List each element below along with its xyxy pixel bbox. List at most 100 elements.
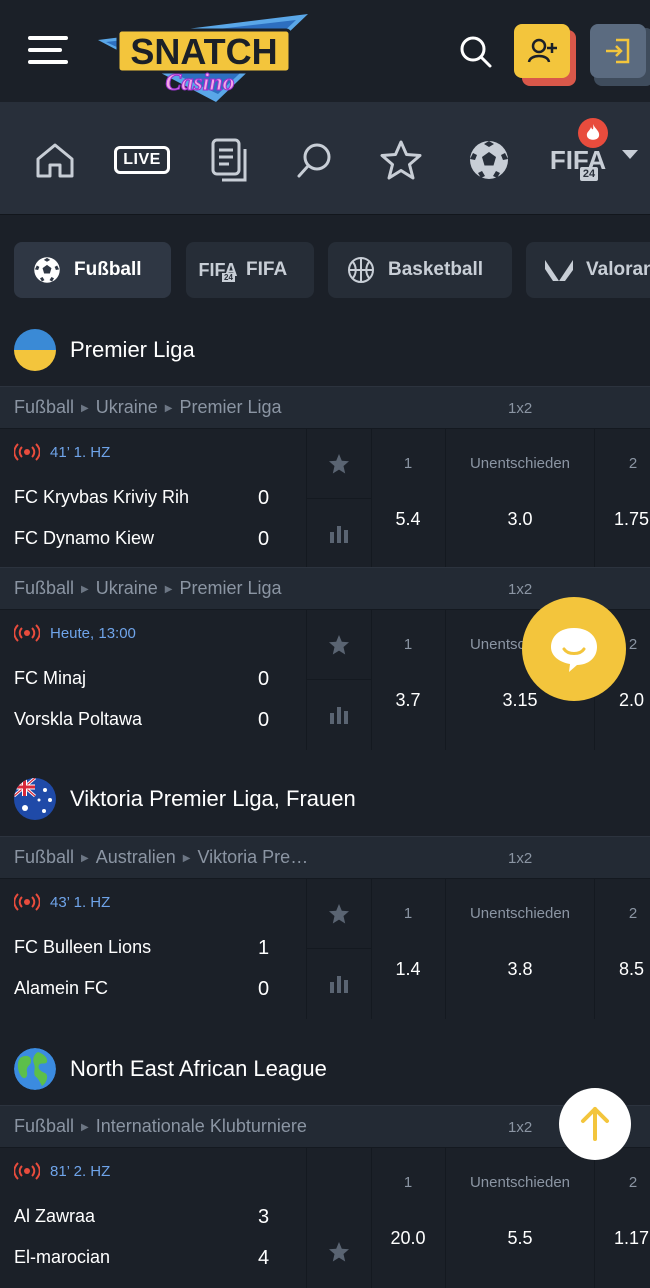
odds-away[interactable]: 2 1.75 [595, 429, 650, 569]
stats-chart-icon[interactable] [307, 680, 371, 749]
basketball-icon [346, 255, 376, 285]
odds-draw[interactable]: Unentschieden 5.5 [446, 1148, 595, 1288]
league-header[interactable]: North East African League [0, 1024, 650, 1114]
betslip-icon[interactable] [208, 134, 252, 186]
scroll-top-button[interactable] [559, 1088, 631, 1160]
chat-button[interactable] [522, 597, 626, 701]
home-score: 0 [258, 487, 270, 509]
odds-home[interactable]: 1 3.7 [371, 610, 446, 750]
match-actions [306, 429, 372, 569]
live-broadcast-icon [14, 893, 40, 911]
home-score: 0 [258, 668, 270, 690]
home-team: FC Bulleen Lions [14, 937, 152, 957]
away-team: Vorskla Poltawa [14, 709, 143, 729]
odds-draw[interactable]: Unentschieden 3.0 [446, 429, 595, 569]
fifa-24-badge: 24 [579, 166, 599, 181]
sport-tab-valorant[interactable]: Valorant [526, 242, 650, 298]
sport-tab-basketball[interactable]: Basketball [328, 242, 512, 298]
world-globe-icon [14, 1048, 56, 1090]
market-label: 1x2 [508, 850, 533, 867]
match-row[interactable]: 43’ 1. HZ FC Bulleen Lions 1 Alamein FC … [0, 878, 650, 1019]
match-time: 41’ 1. HZ [50, 443, 111, 461]
register-button[interactable] [514, 24, 576, 86]
star-icon[interactable] [378, 134, 424, 186]
match-breadcrumb-row: Fußball ▶ Australien ▶ Viktoria Pre… 1x2 [0, 836, 650, 879]
match-breadcrumb-row: Fußball ▶ Ukraine ▶ Premier Liga 1x2 [0, 386, 650, 429]
league-header[interactable]: Premier Liga [0, 305, 650, 395]
league-header[interactable]: Viktoria Premier Liga, Frauen [0, 754, 650, 844]
away-team: FC Dynamo Kiew [14, 528, 155, 548]
login-button[interactable] [590, 24, 650, 86]
favorite-star-icon[interactable] [307, 1217, 371, 1286]
snatch-casino-logo[interactable]: SNATCH Casino [96, 12, 310, 108]
search-icon[interactable] [458, 34, 494, 70]
odds-home[interactable]: 1 5.4 [371, 429, 446, 569]
stats-chart-icon[interactable] [307, 949, 371, 1018]
breadcrumb[interactable]: Fußball ▶ Australien ▶ Viktoria Pre… [14, 847, 354, 868]
odds-home[interactable]: 1 1.4 [371, 879, 446, 1019]
live-broadcast-icon [14, 1162, 40, 1180]
chat-icon [551, 628, 597, 672]
soccer-ball-icon[interactable] [466, 134, 512, 186]
live-broadcast-icon [14, 624, 40, 642]
live-label: LIVE [114, 146, 170, 174]
logo-graphic: SNATCH Casino [98, 14, 308, 102]
sport-tab-label: Basketball [388, 259, 484, 280]
league-name: Viktoria Premier Liga, Frauen [70, 786, 356, 811]
match-row[interactable]: 41’ 1. HZ FC Kryvbas Kriviy Rih 0 FC Dyn… [0, 428, 650, 569]
match-actions [306, 610, 372, 750]
match-actions [306, 879, 372, 1019]
home-team: Al Zawraa [14, 1206, 96, 1226]
favorite-star-icon[interactable] [307, 610, 371, 680]
logo-line1: SNATCH [130, 31, 277, 72]
league-name: North East African League [70, 1056, 327, 1081]
breadcrumb[interactable]: Fußball ▶ Ukraine ▶ Premier Liga [14, 578, 354, 599]
market-label: 1x2 [508, 400, 533, 417]
match-actions [306, 1148, 372, 1288]
market-label: 1x2 [508, 581, 533, 598]
fire-icon [578, 118, 608, 148]
live-nav-button[interactable]: LIVE [114, 134, 170, 186]
odds-home[interactable]: 1 20.0 [371, 1148, 446, 1288]
sport-tab-label: FIFA [246, 259, 288, 280]
hamburger-menu-icon[interactable] [28, 36, 68, 68]
add-user-icon [514, 24, 570, 78]
match-status: Heute, 13:00 [14, 624, 136, 642]
sport-tab-fifa[interactable]: FIFA 24 FIFA [186, 242, 314, 298]
odds-away[interactable]: 2 8.5 [595, 879, 650, 1019]
main-nav: LIVE FIFA 24 [0, 102, 650, 215]
search-nav-icon[interactable] [294, 134, 336, 186]
favorite-star-icon[interactable] [307, 879, 371, 949]
match-status: 43’ 1. HZ [14, 893, 110, 911]
home-team: FC Minaj [14, 668, 87, 688]
breadcrumb[interactable]: Fußball ▶ Internationale Klubturniere [14, 1116, 354, 1137]
league-name: Premier Liga [70, 337, 195, 362]
match-row[interactable]: 81’ 2. HZ Al Zawraa 3 El-marocian 4 1 20.… [0, 1147, 650, 1288]
chevron-down-icon[interactable] [622, 150, 638, 159]
favorite-star-icon[interactable] [307, 429, 371, 499]
odds-away[interactable]: 2 1.17 [595, 1148, 650, 1288]
market-label: 1x2 [508, 1119, 533, 1136]
away-score: 0 [258, 709, 270, 731]
logo-line2: Casino [165, 70, 234, 96]
breadcrumb[interactable]: Fußball ▶ Ukraine ▶ Premier Liga [14, 397, 354, 418]
sport-tabs: Fußball FIFA 24 FIFA Basketball Valorant [0, 242, 650, 298]
match-time: Heute, 13:00 [50, 624, 136, 642]
arrow-up-icon [581, 1107, 609, 1141]
home-score: 3 [258, 1206, 270, 1228]
home-icon[interactable] [32, 134, 78, 186]
top-bar: SNATCH Casino [0, 0, 650, 102]
odds-draw[interactable]: Unentschieden 3.8 [446, 879, 595, 1019]
stats-chart-icon[interactable] [307, 499, 371, 568]
match-status: 41’ 1. HZ [14, 443, 110, 461]
away-score: 4 [258, 1247, 270, 1269]
home-score: 1 [258, 937, 270, 959]
sport-tab-label: Valorant [586, 259, 650, 280]
ukraine-flag-icon [14, 329, 56, 371]
sport-tab-football[interactable]: Fußball [14, 242, 171, 298]
login-icon [590, 24, 646, 78]
live-broadcast-icon [14, 443, 40, 461]
match-breadcrumb-row: Fußball ▶ Internationale Klubturniere 1x2 [0, 1105, 650, 1148]
sport-tab-label: Fußball [74, 259, 142, 280]
